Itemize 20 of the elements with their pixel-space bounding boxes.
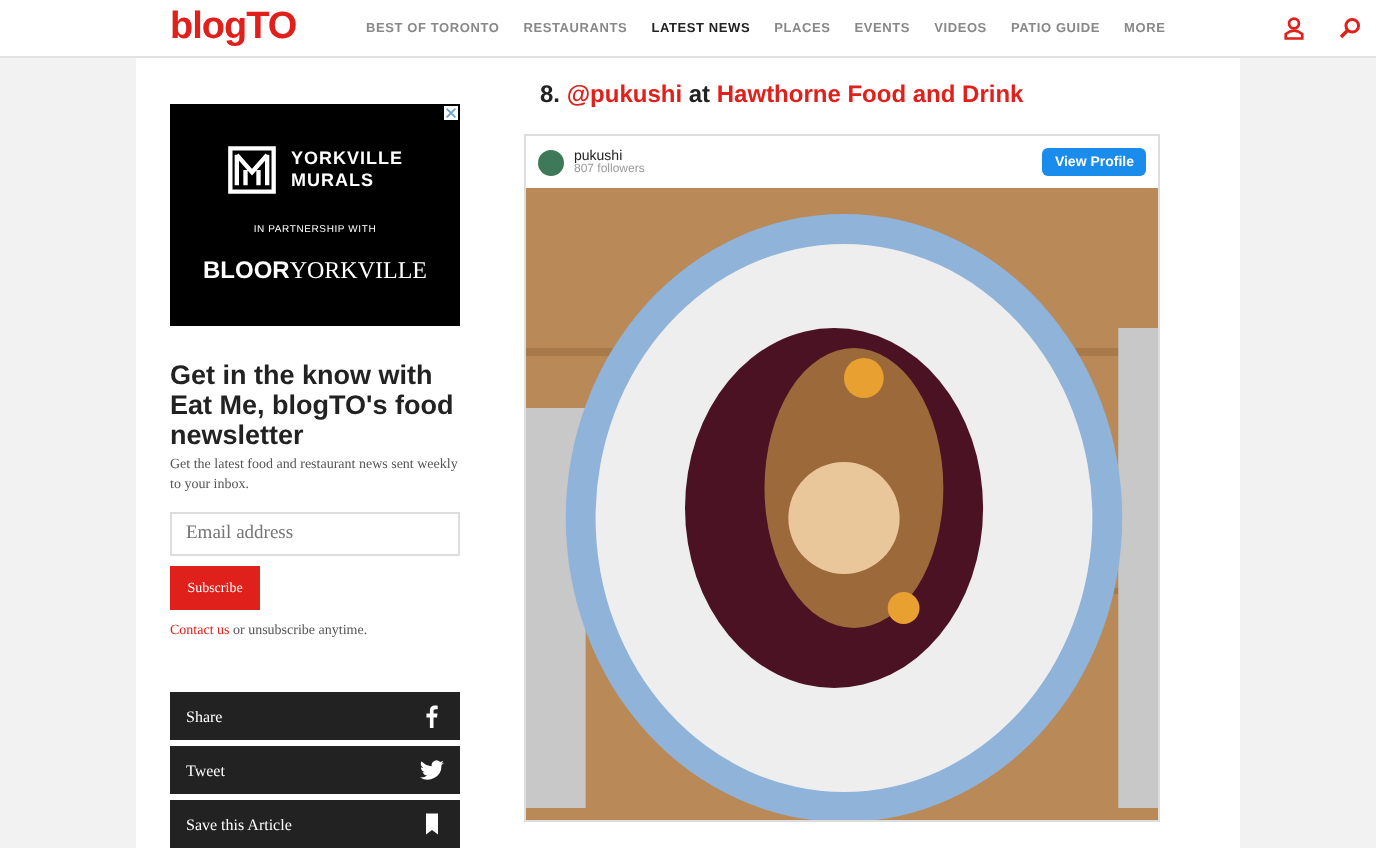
avatar bbox=[538, 149, 564, 175]
share-button[interactable]: Save this Article bbox=[170, 800, 460, 848]
mural-logo-icon bbox=[226, 143, 279, 196]
user-icon[interactable] bbox=[1281, 16, 1306, 40]
ad-brand-text: YORKVILLE bbox=[290, 147, 403, 170]
bird-icon bbox=[420, 758, 444, 783]
search-icon[interactable] bbox=[1337, 16, 1362, 40]
newsletter-heading: Get in the know with Eat Me, blogTO's food newsletter bbox=[170, 359, 456, 450]
facebook-icon bbox=[420, 704, 444, 729]
venue-link[interactable]: Hawthorne Food and Drink bbox=[716, 80, 1024, 108]
share-button[interactable]: Tweet bbox=[170, 746, 460, 795]
email-field[interactable]: Email address bbox=[170, 511, 460, 556]
ad-partner-name: BLOORYORKVILLE bbox=[203, 255, 427, 286]
close-icon[interactable] bbox=[444, 106, 458, 120]
site-logo[interactable]: blogTO bbox=[170, 6, 366, 50]
share-button[interactable]: Share bbox=[170, 692, 460, 741]
ad-brand-text: MURALS bbox=[290, 169, 376, 192]
bookmark-icon bbox=[420, 812, 444, 837]
article-heading: 8. @pukushi at Hawthorne Food and Drink bbox=[540, 80, 1026, 108]
handle-link[interactable]: @pukushi bbox=[566, 80, 683, 108]
